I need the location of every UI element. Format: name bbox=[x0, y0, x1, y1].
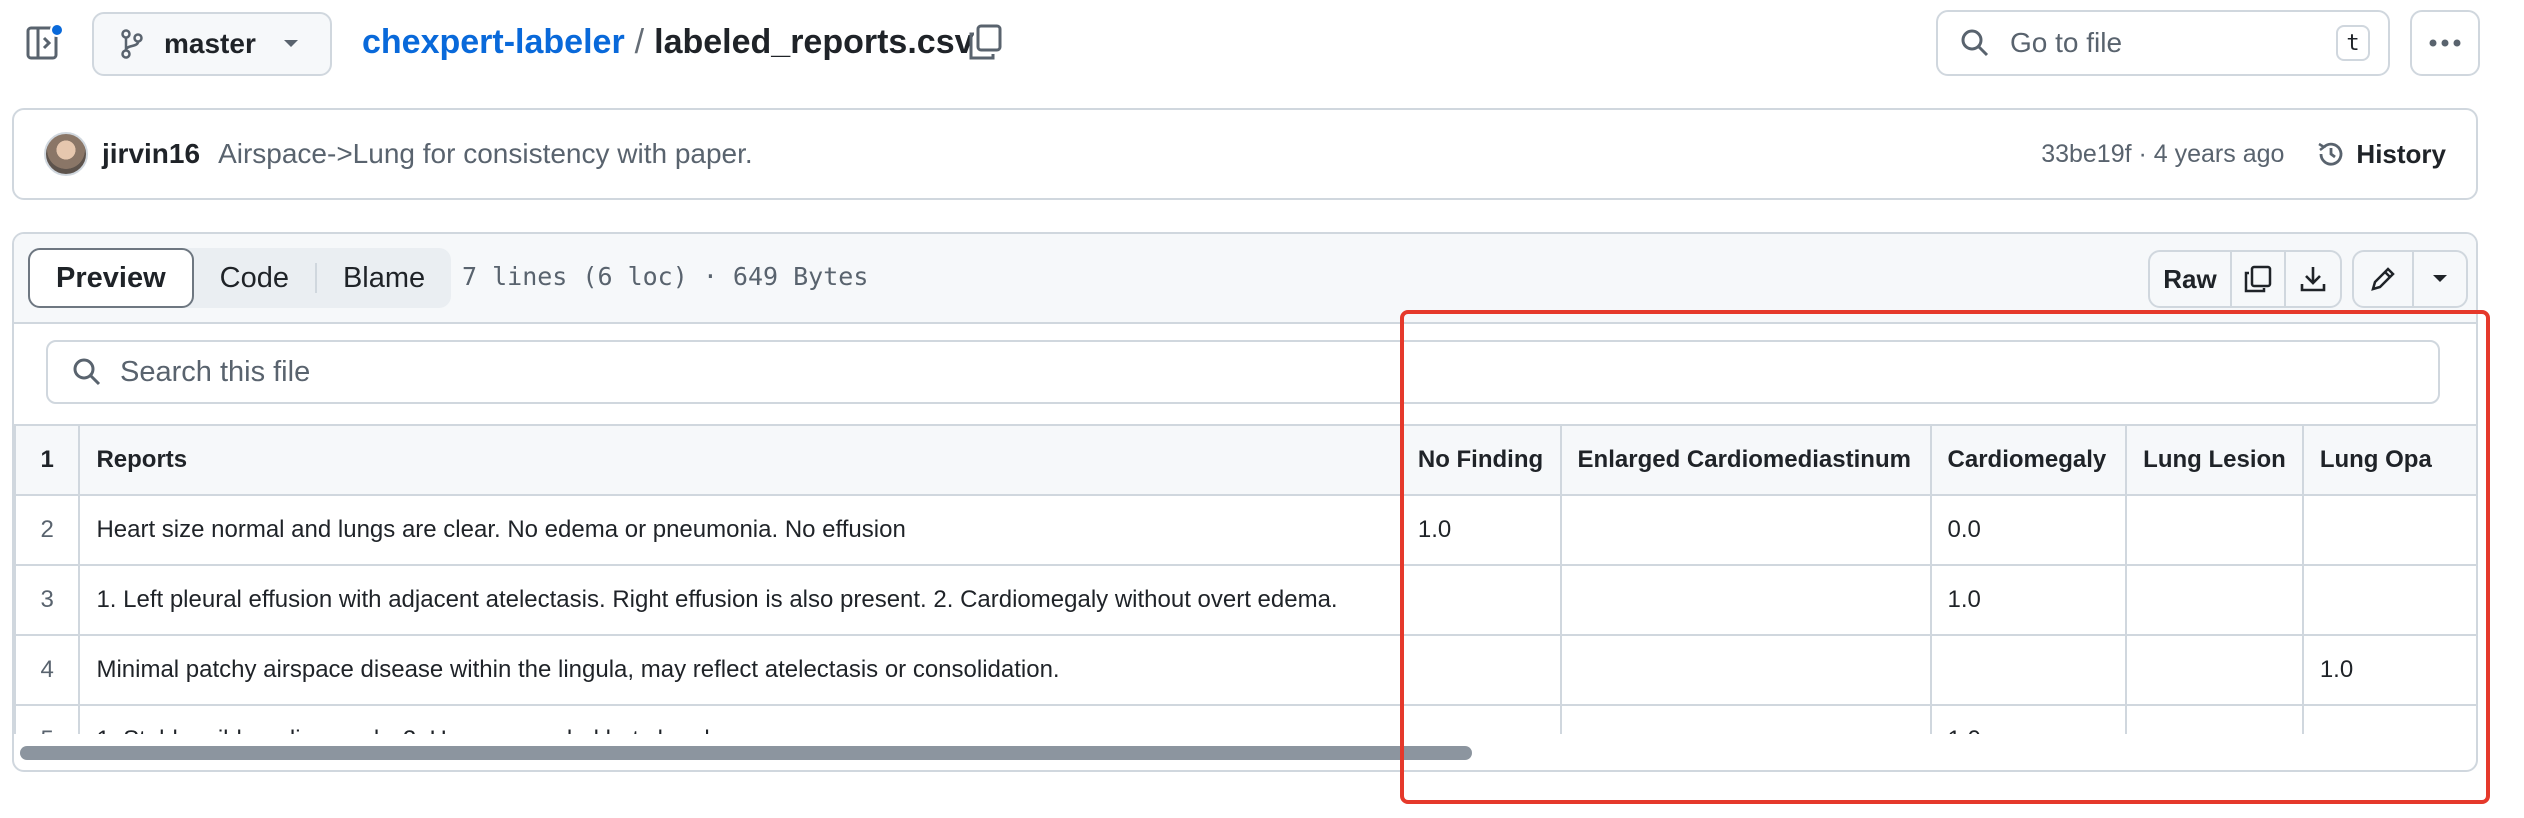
commit-sha-age[interactable]: 33be19f · 4 years ago bbox=[2041, 140, 2284, 169]
table-cell: 1.0 bbox=[2301, 634, 2476, 706]
table-cell: 0.0 bbox=[1929, 494, 2128, 566]
horizontal-scrollbar[interactable] bbox=[20, 746, 1472, 760]
git-branch-icon bbox=[121, 29, 143, 59]
table-cell bbox=[1559, 704, 1932, 734]
raw-button[interactable]: Raw bbox=[2150, 252, 2232, 306]
table-cell: 1.0 bbox=[1929, 564, 2128, 636]
view-mode-tabs: Preview Code Blame bbox=[28, 248, 452, 308]
copy-icon bbox=[969, 24, 1002, 60]
search-icon bbox=[1961, 29, 1989, 57]
branch-selector-button[interactable]: master bbox=[92, 12, 332, 76]
history-label: History bbox=[2356, 138, 2446, 169]
csv-table-container[interactable]: 1 Reports No Finding Enlarged Cardiomedi… bbox=[14, 424, 2476, 734]
commit-author[interactable]: jirvin16 bbox=[102, 138, 200, 170]
tab-blame[interactable]: Blame bbox=[317, 248, 451, 308]
download-button[interactable] bbox=[2286, 252, 2340, 306]
download-icon bbox=[2300, 267, 2326, 292]
raw-label: Raw bbox=[2163, 263, 2217, 294]
pencil-icon bbox=[2371, 267, 2395, 291]
line-number[interactable]: 1 bbox=[14, 424, 81, 496]
notification-dot bbox=[50, 23, 64, 37]
table-cell bbox=[1399, 704, 1562, 734]
column-header: Lung Opa bbox=[2301, 424, 2476, 496]
table-cell bbox=[1399, 564, 1562, 636]
edit-options-dropdown[interactable] bbox=[2414, 252, 2466, 306]
file-name: labeled_reports.csv bbox=[654, 22, 974, 61]
table-cell bbox=[2301, 704, 2476, 734]
table-cell: 1.0 bbox=[1399, 494, 1562, 566]
table-cell: Heart size normal and lungs are clear. N… bbox=[78, 494, 1402, 566]
more-options-button[interactable] bbox=[2410, 10, 2480, 76]
edit-actions-group bbox=[2352, 250, 2468, 308]
csv-table: 1 Reports No Finding Enlarged Cardiomedi… bbox=[14, 424, 2476, 734]
column-header: Reports bbox=[78, 424, 1402, 496]
table-row: 2 Heart size normal and lungs are clear.… bbox=[14, 494, 2476, 566]
search-file-placeholder: Search this file bbox=[120, 355, 311, 388]
file-header: Preview Code Blame 7 lines (6 loc) · 649… bbox=[14, 234, 2476, 324]
go-to-file-placeholder: Go to file bbox=[2010, 27, 2123, 58]
line-number[interactable]: 2 bbox=[14, 494, 81, 566]
file-viewer: Preview Code Blame 7 lines (6 loc) · 649… bbox=[12, 232, 2478, 772]
search-file-input[interactable]: Search this file bbox=[46, 340, 2440, 404]
table-cell bbox=[2301, 564, 2476, 636]
table-row: 3 1. Left pleural effusion with adjacent… bbox=[14, 564, 2476, 636]
go-to-file-input[interactable]: Go to file t bbox=[1936, 10, 2390, 76]
table-row: 4 Minimal patchy airspace disease within… bbox=[14, 634, 2476, 706]
table-cell bbox=[1929, 634, 2128, 706]
table-cell bbox=[1559, 494, 1932, 566]
copy-icon bbox=[2244, 265, 2272, 293]
table-cell bbox=[2125, 634, 2304, 706]
copy-raw-button[interactable] bbox=[2232, 252, 2286, 306]
kebab-horizontal-icon bbox=[2429, 39, 2461, 47]
table-cell bbox=[2125, 564, 2304, 636]
column-header: Enlarged Cardiomediastinum bbox=[1559, 424, 1932, 496]
breadcrumb: chexpert-labeler / labeled_reports.csv bbox=[362, 18, 974, 66]
table-header-row: 1 Reports No Finding Enlarged Cardiomedi… bbox=[14, 424, 2476, 496]
table-cell bbox=[1399, 634, 1562, 706]
edit-button[interactable] bbox=[2354, 252, 2414, 306]
table-cell: 1. Left pleural effusion with adjacent a… bbox=[78, 564, 1402, 636]
table-cell: 1. Stable mild cardiomegaly. 2. Hyperexp… bbox=[78, 704, 1402, 734]
chevron-down-icon bbox=[2433, 275, 2447, 282]
file-meta: 7 lines (6 loc) · 649 Bytes bbox=[462, 262, 869, 291]
table-cell bbox=[2301, 494, 2476, 566]
file-search-row: Search this file bbox=[14, 324, 2476, 424]
commit-message[interactable]: Airspace->Lung for consistency with pape… bbox=[218, 138, 2041, 170]
raw-actions-group: Raw bbox=[2148, 250, 2342, 308]
table-cell bbox=[2125, 704, 2304, 734]
tab-code[interactable]: Code bbox=[194, 248, 315, 308]
repo-link[interactable]: chexpert-labeler bbox=[362, 23, 625, 62]
chevron-down-icon bbox=[283, 40, 298, 47]
latest-commit-bar: jirvin16 Airspace->Lung for consistency … bbox=[12, 108, 2478, 200]
history-button[interactable]: History bbox=[2316, 139, 2446, 170]
tab-preview[interactable]: Preview bbox=[28, 248, 194, 308]
line-number[interactable]: 3 bbox=[14, 564, 81, 636]
line-number[interactable]: 5 bbox=[14, 704, 81, 734]
table-cell: Minimal patchy airspace disease within t… bbox=[78, 634, 1402, 706]
column-header: Lung Lesion bbox=[2125, 424, 2304, 496]
sidebar-toggle-button[interactable] bbox=[22, 20, 66, 64]
history-icon bbox=[2318, 142, 2343, 166]
table-cell bbox=[1559, 564, 1932, 636]
line-number[interactable]: 4 bbox=[14, 634, 81, 706]
column-header: Cardiomegaly bbox=[1929, 424, 2128, 496]
breadcrumb-separator: / bbox=[634, 22, 645, 61]
search-icon bbox=[73, 358, 101, 386]
branch-name: master bbox=[164, 28, 256, 59]
table-row: 5 1. Stable mild cardiomegaly. 2. Hypere… bbox=[14, 704, 2476, 734]
table-cell bbox=[1559, 634, 1932, 706]
keyboard-shortcut-hint: t bbox=[2336, 25, 2370, 61]
avatar[interactable] bbox=[44, 132, 88, 176]
table-cell: 1.0 bbox=[1929, 704, 2128, 734]
column-header: No Finding bbox=[1399, 424, 1562, 496]
copy-path-button[interactable] bbox=[966, 22, 1006, 62]
table-cell bbox=[2125, 494, 2304, 566]
